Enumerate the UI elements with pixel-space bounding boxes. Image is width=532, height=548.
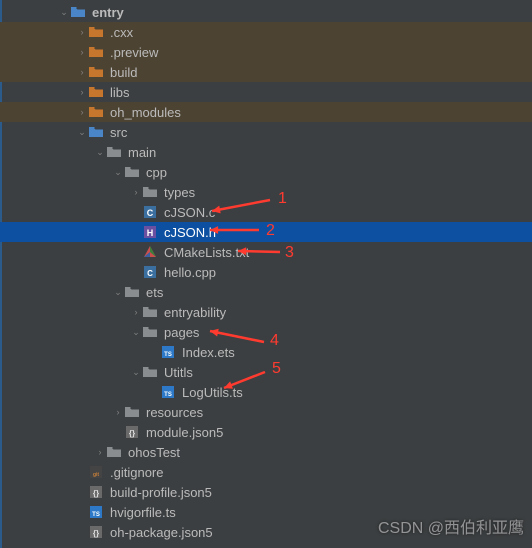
tree-row[interactable]: ⌄ src <box>0 122 532 142</box>
svg-text:TS: TS <box>92 512 100 518</box>
tree-item-label: entry <box>92 5 124 20</box>
tree-row[interactable]: › .cxx <box>0 22 532 42</box>
file-json5-icon: {} <box>88 484 104 500</box>
svg-text:TS: TS <box>164 392 172 398</box>
folder-grey-icon <box>142 304 158 320</box>
chevron-right-icon[interactable]: › <box>130 307 142 317</box>
tree-item-label: build <box>110 65 137 80</box>
tree-item-label: src <box>110 125 127 140</box>
file-h-icon: H <box>142 224 158 240</box>
tree-item-label: Utitls <box>164 365 193 380</box>
chevron-right-icon[interactable]: › <box>76 47 88 57</box>
tree-row[interactable]: › .preview <box>0 42 532 62</box>
tree-item-label: resources <box>146 405 203 420</box>
tree-row[interactable]: ⌄ cpp <box>0 162 532 182</box>
tree-item-label: pages <box>164 325 199 340</box>
file-ts-icon: TS <box>160 384 176 400</box>
folder-orange-icon <box>88 44 104 60</box>
folder-grey-icon <box>142 324 158 340</box>
project-tree[interactable]: ⌄ entry › .cxx › .preview › build › libs › oh_modul… <box>0 0 532 542</box>
folder-grey-icon <box>124 164 140 180</box>
tree-item-label: module.json5 <box>146 425 223 440</box>
folder-blue-icon <box>88 124 104 140</box>
folder-grey-icon <box>106 144 122 160</box>
chevron-right-icon[interactable]: › <box>112 407 124 417</box>
chevron-down-icon[interactable]: ⌄ <box>112 167 124 178</box>
svg-text:{}: {} <box>93 529 99 538</box>
folder-blue-icon <box>70 4 86 20</box>
chevron-down-icon[interactable]: ⌄ <box>112 287 124 298</box>
chevron-right-icon[interactable]: › <box>76 67 88 77</box>
tree-row[interactable]: {} module.json5 <box>0 422 532 442</box>
tree-item-label: types <box>164 185 195 200</box>
folder-orange-icon <box>88 24 104 40</box>
folder-grey-icon <box>124 404 140 420</box>
svg-text:H: H <box>147 228 154 238</box>
tree-row[interactable]: › libs <box>0 82 532 102</box>
tree-row[interactable]: {} build-profile.json5 <box>0 482 532 502</box>
tree-item-label: .gitignore <box>110 465 163 480</box>
file-json5-icon: {} <box>124 424 140 440</box>
chevron-right-icon[interactable]: › <box>130 187 142 197</box>
tree-item-label: .preview <box>110 45 158 60</box>
svg-text:C: C <box>147 269 153 278</box>
chevron-down-icon[interactable]: ⌄ <box>94 147 106 158</box>
tree-item-label: build-profile.json5 <box>110 485 212 500</box>
chevron-down-icon[interactable]: ⌄ <box>76 127 88 138</box>
tree-row[interactable]: ⌄ ets <box>0 282 532 302</box>
tree-row[interactable]: › oh_modules <box>0 102 532 122</box>
folder-grey-icon <box>142 184 158 200</box>
chevron-right-icon[interactable]: › <box>76 87 88 97</box>
tree-row[interactable]: TS hvigorfile.ts <box>0 502 532 522</box>
file-cmake-icon <box>142 244 158 260</box>
svg-text:TS: TS <box>164 352 172 358</box>
svg-text:{}: {} <box>93 489 99 498</box>
folder-grey-icon <box>124 284 140 300</box>
tree-item-label: main <box>128 145 156 160</box>
tree-row[interactable]: git .gitignore <box>0 462 532 482</box>
tree-item-label: .cxx <box>110 25 133 40</box>
file-ts-icon: TS <box>88 504 104 520</box>
file-git-icon: git <box>88 464 104 480</box>
folder-grey-icon <box>142 364 158 380</box>
chevron-down-icon[interactable]: ⌄ <box>130 327 142 338</box>
folder-orange-icon <box>88 104 104 120</box>
tree-item-label: oh_modules <box>110 105 181 120</box>
chevron-right-icon[interactable]: › <box>94 447 106 457</box>
tree-item-label: libs <box>110 85 130 100</box>
chevron-down-icon[interactable]: ⌄ <box>58 7 70 18</box>
tree-item-label: ets <box>146 285 163 300</box>
tree-item-label: entryability <box>164 305 226 320</box>
tree-row[interactable]: {} oh-package.json5 <box>0 522 532 542</box>
tree-row[interactable]: › build <box>0 62 532 82</box>
folder-orange-icon <box>88 64 104 80</box>
chevron-right-icon[interactable]: › <box>76 27 88 37</box>
tree-item-label: hello.cpp <box>164 265 216 280</box>
tree-row[interactable]: › ohosTest <box>0 442 532 462</box>
chevron-right-icon[interactable]: › <box>76 107 88 117</box>
folder-grey-icon <box>106 444 122 460</box>
file-c-icon: C <box>142 204 158 220</box>
tree-row[interactable]: › resources <box>0 402 532 422</box>
folder-orange-icon <box>88 84 104 100</box>
svg-text:git: git <box>93 472 99 478</box>
svg-text:C: C <box>147 208 154 218</box>
tree-item-label: ohosTest <box>128 445 180 460</box>
tree-row[interactable]: ⌄ entry <box>0 2 532 22</box>
tree-row[interactable]: Chello.cpp <box>0 262 532 282</box>
file-json5-icon: {} <box>88 524 104 540</box>
tree-row[interactable]: ⌄ main <box>0 142 532 162</box>
chevron-down-icon[interactable]: ⌄ <box>130 367 142 378</box>
tree-item-label: cpp <box>146 165 167 180</box>
tree-item-label: oh-package.json5 <box>110 525 213 540</box>
tree-item-label: hvigorfile.ts <box>110 505 176 520</box>
svg-text:{}: {} <box>129 429 135 438</box>
tree-row[interactable]: › entryability <box>0 302 532 322</box>
file-ts-icon: TS <box>160 344 176 360</box>
file-cpp-icon: C <box>142 264 158 280</box>
